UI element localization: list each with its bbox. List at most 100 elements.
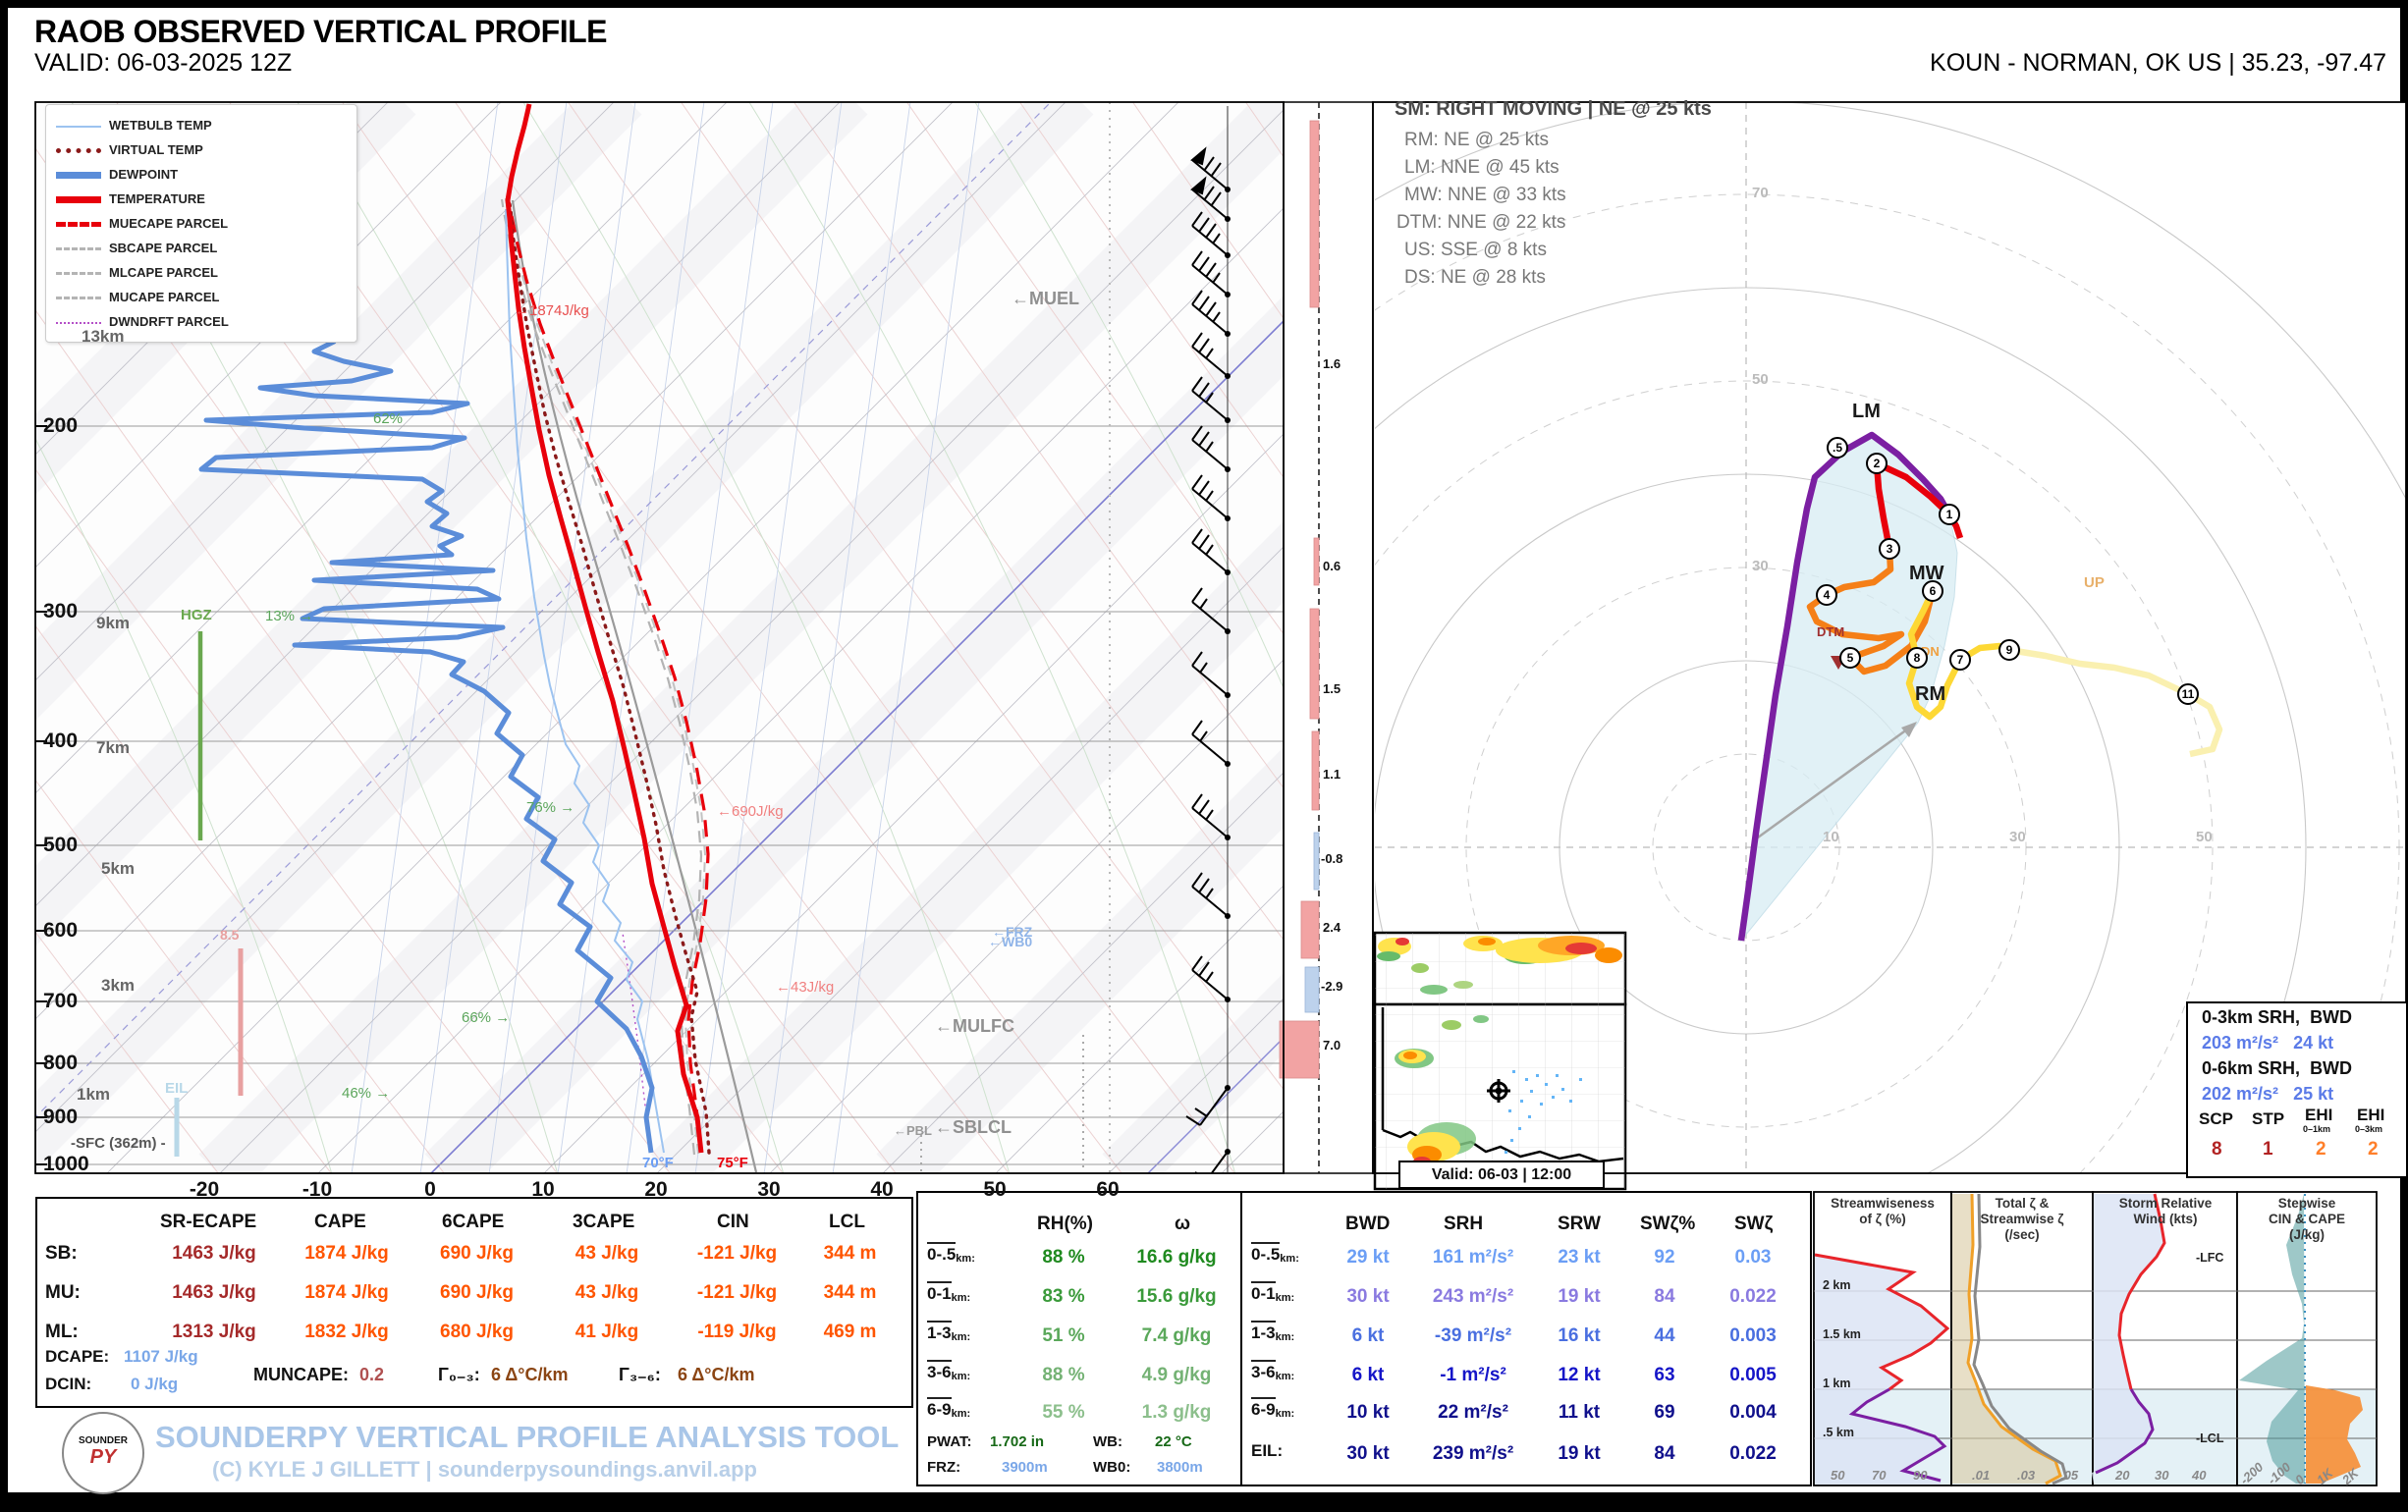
- rh-row-label: 1-3km:: [927, 1323, 970, 1343]
- omega-column: [1280, 102, 1373, 1173]
- muncape-label: MUNCAPE:: [253, 1365, 349, 1385]
- mixing-ratio-value: 15.6 g/kg: [1118, 1286, 1235, 1308]
- height-label: 5km: [101, 859, 135, 879]
- height-label: 9km: [96, 614, 130, 633]
- mixing-ratio-value: 7.4 g/kg: [1118, 1325, 1235, 1347]
- panel2-tick: .05: [2060, 1468, 2078, 1483]
- cape43-annotation: ←43J/kg: [776, 979, 834, 996]
- panel3-tick: 40: [2192, 1468, 2206, 1483]
- swzeta-pct-value: 84: [1630, 1286, 1699, 1308]
- rh-annotation: 13% →: [265, 608, 313, 624]
- max-cape-annotation: ←1874J/kg: [515, 302, 589, 319]
- sblcl-annotation: ←SBLCL: [935, 1117, 1012, 1138]
- hodo-height-marker: 6: [1922, 580, 1943, 602]
- bwd-value: 29 kt: [1324, 1247, 1412, 1269]
- rm-label: RM: [1915, 683, 1945, 706]
- wb-value: 22 °C: [1155, 1433, 1192, 1450]
- height-label: 13km: [82, 327, 124, 347]
- legend-item: SBCAPE PARCEL: [56, 236, 347, 260]
- srh-value: 243 m²/s²: [1414, 1286, 1532, 1308]
- frz-label: FRZ:: [927, 1459, 960, 1476]
- cape690-annotation: ←690J/kg: [717, 803, 784, 820]
- swzeta-value: 0.003: [1709, 1325, 1797, 1347]
- thermo-cell: 43 J/kg: [553, 1282, 661, 1304]
- panel1-tick: 70: [1872, 1468, 1886, 1483]
- composite-index-header: EHI: [2305, 1106, 2332, 1125]
- omega-value: -0.8: [1321, 851, 1342, 866]
- pressure-label: 700: [43, 990, 78, 1013]
- hodo-height-marker: 9: [1998, 639, 2020, 661]
- thermo-header: 6CAPE: [442, 1212, 504, 1233]
- thermo-cell: 1832 J/kg: [288, 1322, 406, 1343]
- panel3-title-line: Wind (kts): [2097, 1212, 2234, 1226]
- thermo-cell: 344 m: [798, 1243, 902, 1265]
- height-label: 3km: [101, 976, 135, 996]
- footer-credit: (C) KYLE J GILLETT | sounderpysoundings.…: [212, 1457, 757, 1483]
- rh-row-label: 6-9km:: [927, 1400, 970, 1420]
- thermo-header: CAPE: [314, 1212, 366, 1233]
- eil-annotation: EIL: [165, 1080, 188, 1097]
- storm-motion-title: SM: RIGHT MOVING | NE @ 25 kts: [1395, 98, 1712, 121]
- sfc-temp-f: 75°F: [717, 1155, 748, 1171]
- virtual-temp-line-icon: [56, 148, 101, 153]
- shear-header: SWζ: [1734, 1214, 1773, 1235]
- pressure-label: 400: [43, 729, 78, 753]
- srh-0-3-values: 203 m²/s² 24 kt: [2202, 1033, 2333, 1053]
- storm-motion-lm: LM: NNE @ 45 kts: [1404, 157, 1560, 179]
- shear-row-label: 1-3km:: [1251, 1323, 1294, 1343]
- dcape-value: 1107 J/kg: [124, 1347, 198, 1367]
- shear-header: BWD: [1345, 1214, 1390, 1235]
- thermo-header: 3CAPE: [573, 1212, 634, 1233]
- surface-label: -SFC (362m) -: [71, 1135, 166, 1152]
- raob-profile-figure: { "header":{ "title":"RAOB OBSERVED VERT…: [0, 0, 2408, 1504]
- srw-value: 19 kt: [1540, 1443, 1618, 1465]
- composite-index-header: EHI: [2357, 1106, 2384, 1125]
- ehi-sub-label: 0–3km: [2355, 1124, 2382, 1134]
- panel3-tick: 20: [2115, 1468, 2129, 1483]
- thermo-cell: 344 m: [798, 1282, 902, 1304]
- stp-value: 1: [2263, 1139, 2273, 1161]
- height-label: 1km: [77, 1085, 110, 1105]
- wb0-annotation: ←WB0: [988, 934, 1032, 949]
- omega-header: ω: [1175, 1214, 1190, 1235]
- panel1-tick: 90: [1913, 1468, 1927, 1483]
- omega-value: 7.0: [1323, 1038, 1341, 1053]
- rh-annotation: 66% →: [462, 1009, 510, 1026]
- shear-row-label: 3-6km:: [1251, 1363, 1294, 1382]
- temp-axis-tick: 20: [622, 1178, 690, 1202]
- rh-value: 88 %: [1019, 1365, 1108, 1386]
- ring-label: 30: [2009, 829, 2026, 845]
- thermo-header: SR-ECAPE: [160, 1212, 256, 1233]
- rh-annotation: 76% →: [526, 799, 575, 816]
- ehi-sub-label: 0–1km: [2303, 1124, 2330, 1134]
- mulfc-annotation: ←MULFC: [935, 1016, 1014, 1037]
- ring-label: 30: [1752, 558, 1769, 574]
- pressure-label: 900: [43, 1106, 78, 1129]
- lm-label: LM: [1852, 401, 1881, 423]
- rh-row-label: 0-1km:: [927, 1284, 970, 1304]
- omega-value: 2.4: [1323, 920, 1341, 935]
- thermo-cell: 1874 J/kg: [288, 1282, 406, 1304]
- wb0-label: WB0:: [1093, 1459, 1130, 1476]
- shear-row-label: 0-.5km:: [1251, 1245, 1299, 1265]
- ring-label: 50: [2196, 829, 2213, 845]
- thermo-cell: 469 m: [798, 1322, 902, 1343]
- dcape-label: DCAPE:: [45, 1347, 109, 1367]
- dewpoint-line-icon: [56, 172, 101, 179]
- storm-motion-ds: DS: NE @ 28 kts: [1404, 267, 1546, 289]
- thermo-cell: 1874 J/kg: [288, 1243, 406, 1265]
- srw-value: 16 kt: [1540, 1325, 1618, 1347]
- hodo-height-marker: 2: [1866, 453, 1888, 474]
- panel4-title-line: CIN & CAPE: [2238, 1212, 2376, 1226]
- panel1-tick: 50: [1831, 1468, 1844, 1483]
- panel2-title-line: Total ζ &: [1953, 1196, 2091, 1211]
- ehi-0-1-value: 2: [2316, 1139, 2326, 1161]
- bwd-value: 10 kt: [1324, 1402, 1412, 1424]
- thermo-cell: 1313 J/kg: [155, 1322, 273, 1343]
- sounderpy-logo: SOUNDER PY: [62, 1412, 144, 1494]
- wb0-value: 3800m: [1157, 1459, 1203, 1476]
- srh-0-6-header: 0-6km SRH, BWD: [2202, 1058, 2352, 1079]
- rh-row-label: 3-6km:: [927, 1363, 970, 1382]
- bwd-value: 30 kt: [1324, 1286, 1412, 1308]
- pressure-label: 200: [43, 414, 78, 438]
